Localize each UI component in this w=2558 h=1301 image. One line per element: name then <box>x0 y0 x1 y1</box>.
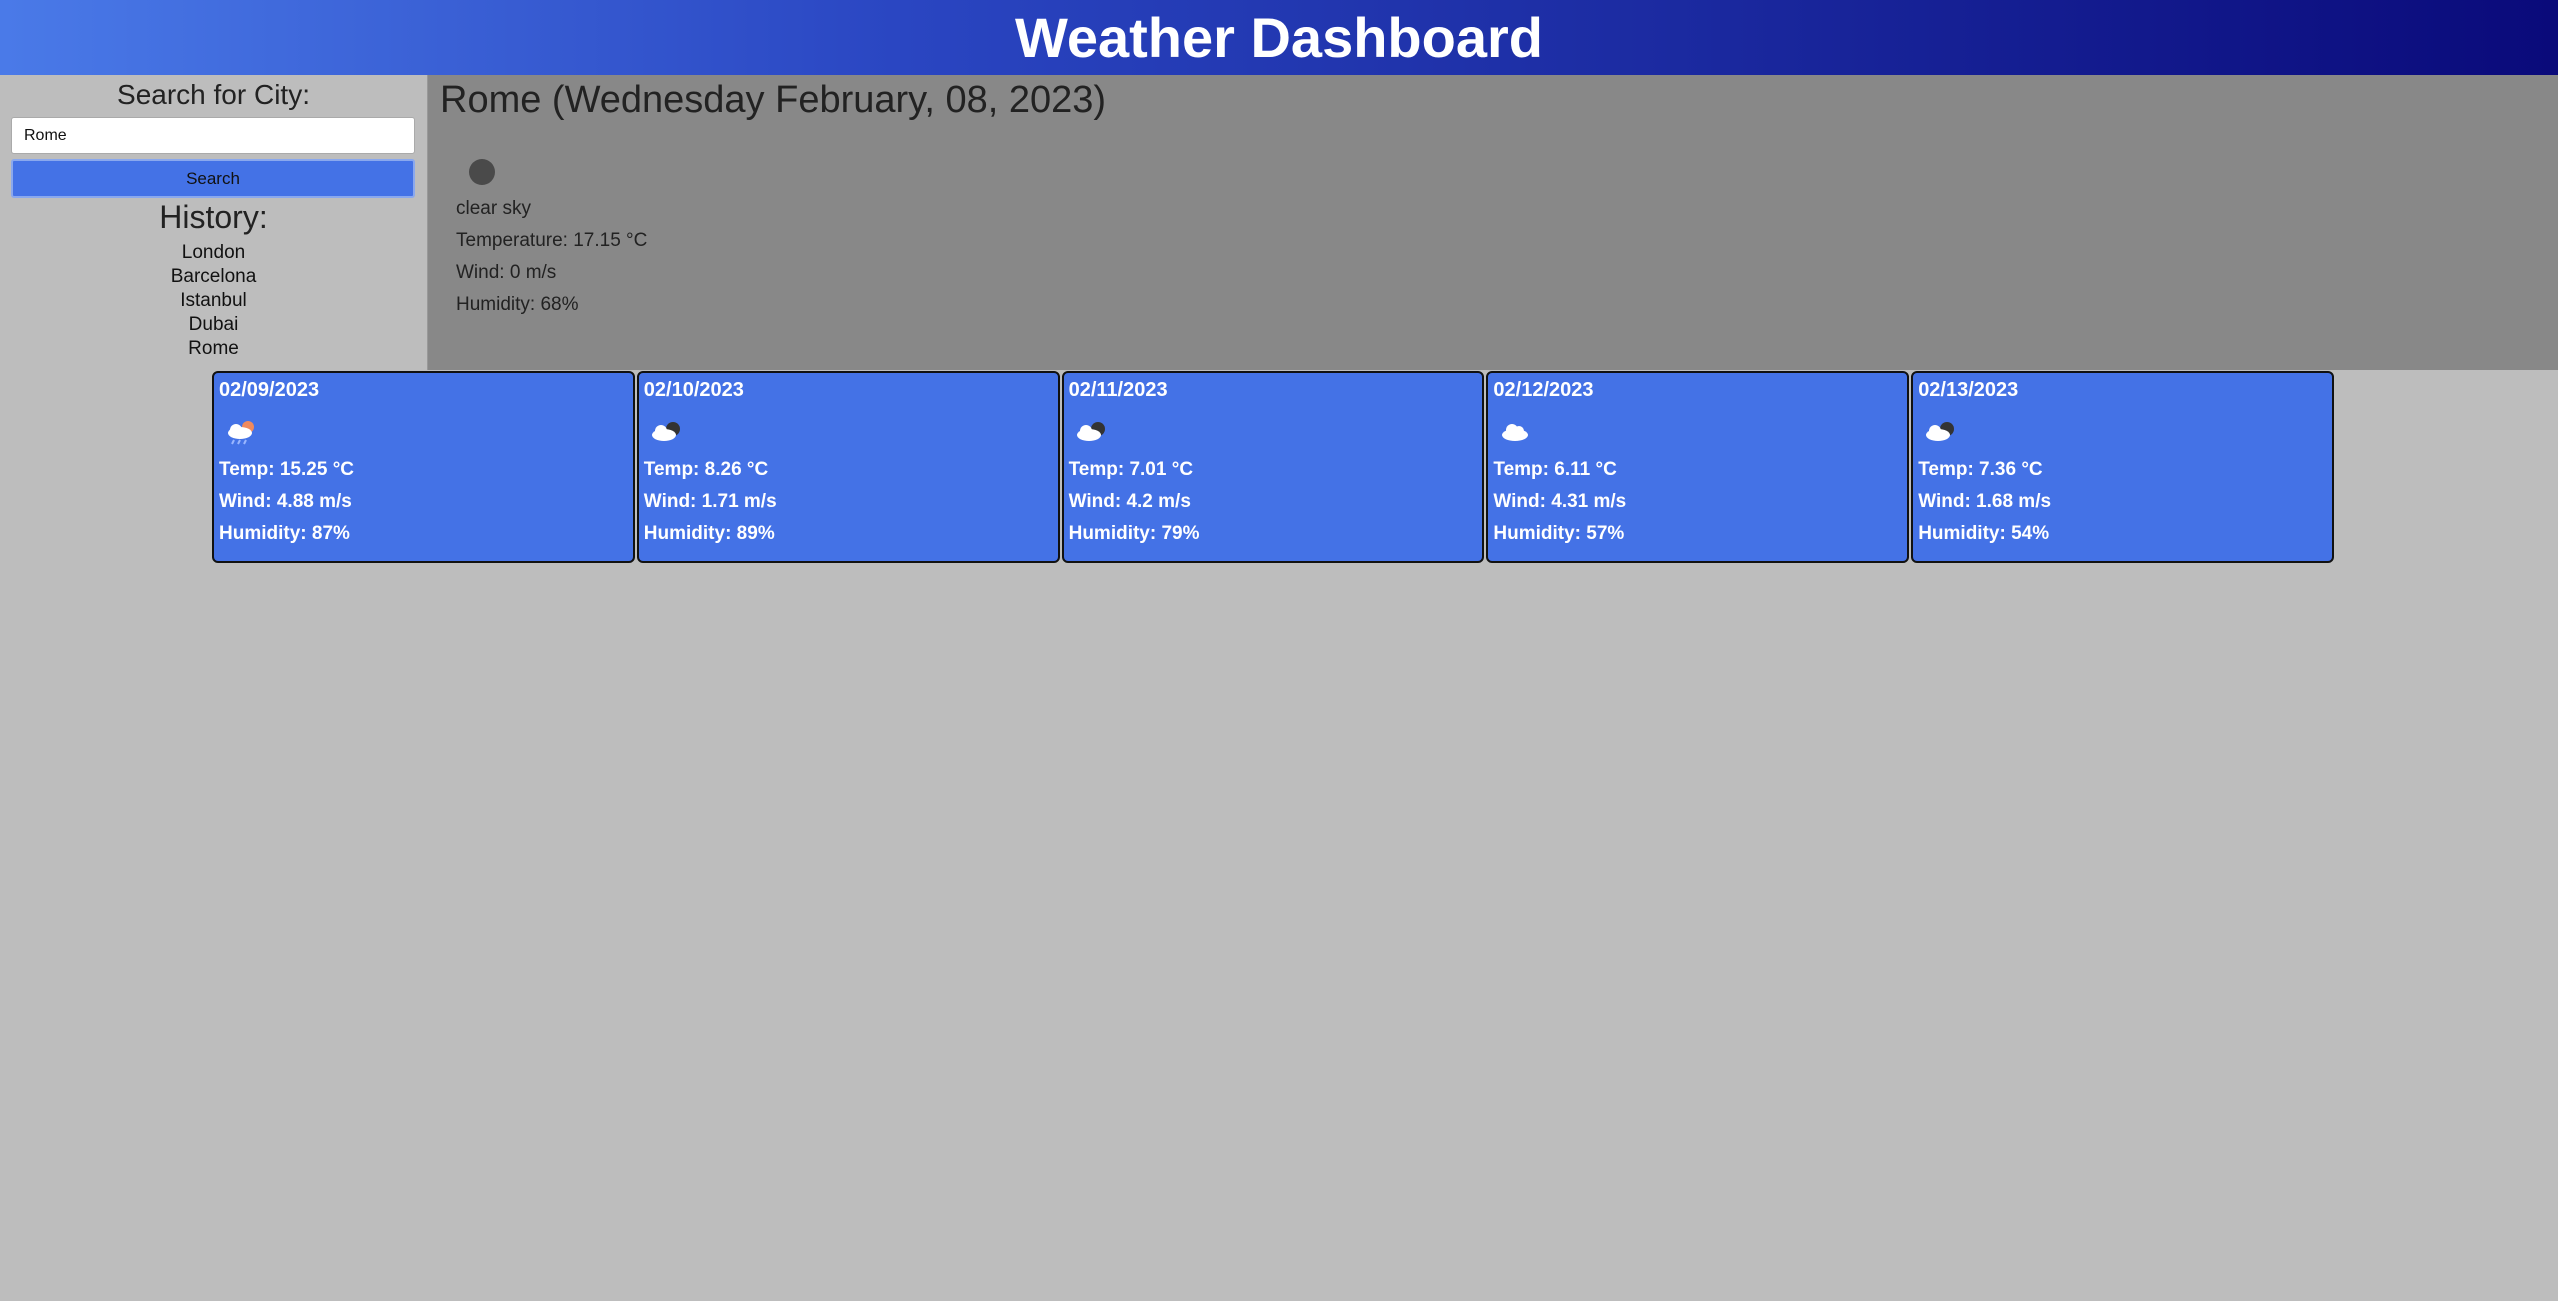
history-item-dubai[interactable]: Dubai <box>0 313 427 337</box>
forecast-wind: Wind: 1.68 m/s <box>1918 491 2052 512</box>
current-wind: Wind: 0 m/s <box>456 262 557 283</box>
page-header: Weather Dashboard <box>0 0 2558 75</box>
forecast-date: 02/11/2023 <box>1068 379 1168 401</box>
forecast-card: 02/10/2023 Temp: 8.26 °C Wind: 1.71 m/s … <box>636 371 1060 563</box>
page-title: Weather Dashboard <box>1015 6 1543 69</box>
forecast-wind: Wind: 4.2 m/s <box>1068 491 1191 512</box>
current-city-title: Rome (Wednesday February, 08, 2023) <box>440 79 1107 121</box>
current-humidity: Humidity: 68% <box>456 294 579 315</box>
forecast-row: 02/09/2023 Temp: 15.25 °C Wind: 4.88 m/s… <box>212 371 2336 563</box>
cloud-rain-icon <box>228 421 254 445</box>
forecast-wind: Wind: 4.31 m/s <box>1493 491 1627 512</box>
history-item-istanbul[interactable]: Istanbul <box>0 289 427 313</box>
forecast-humidity: Humidity: 87% <box>219 523 350 544</box>
history-title: History: <box>159 199 268 235</box>
history-item-barcelona[interactable]: Barcelona <box>0 265 427 289</box>
forecast-date: 02/13/2023 <box>1918 379 2019 401</box>
forecast-card: 02/09/2023 Temp: 15.25 °C Wind: 4.88 m/s… <box>212 371 635 563</box>
forecast-temp: Temp: 7.01 °C <box>1068 459 1194 480</box>
forecast-date: 02/10/2023 <box>643 379 744 401</box>
search-label: Search for City: <box>117 79 310 110</box>
forecast-humidity: Humidity: 79% <box>1068 523 1200 544</box>
city-search-input[interactable] <box>11 117 415 154</box>
cloud-moon-icon <box>1926 422 1955 441</box>
forecast-wind: Wind: 4.88 m/s <box>219 491 352 512</box>
cloud-icon <box>1502 424 1529 441</box>
history-item-london[interactable]: London <box>0 241 427 265</box>
history-item-rome[interactable]: Rome <box>0 337 427 361</box>
forecast-temp: Temp: 6.11 °C <box>1493 459 1617 480</box>
current-weather-panel: Rome (Wednesday February, 08, 2023) clea… <box>427 75 2558 370</box>
search-button[interactable]: Search <box>11 159 415 198</box>
forecast-temp: Temp: 15.25 °C <box>219 459 355 480</box>
forecast-temp: Temp: 7.36 °C <box>1918 459 2043 480</box>
cloud-moon-icon <box>1076 422 1105 441</box>
forecast-card: 02/12/2023 Temp: 6.11 °C Wind: 4.31 m/s … <box>1486 371 1910 563</box>
forecast-temp: Temp: 8.26 °C <box>643 459 769 480</box>
forecast-card: 02/13/2023 Temp: 7.36 °C Wind: 1.68 m/s … <box>1911 371 2334 563</box>
forecast-date: 02/12/2023 <box>1493 379 1594 401</box>
forecast-card: 02/11/2023 Temp: 7.01 °C Wind: 4.2 m/s H… <box>1061 371 1485 563</box>
forecast-wind: Wind: 1.71 m/s <box>643 491 777 512</box>
current-description: clear sky <box>456 198 531 219</box>
current-temperature: Temperature: 17.15 °C <box>456 230 648 251</box>
cloud-moon-icon <box>651 422 680 441</box>
history-list: London Barcelona Istanbul Dubai Rome <box>0 241 427 361</box>
forecast-humidity: Humidity: 57% <box>1493 523 1625 544</box>
clear-sky-icon <box>469 159 495 185</box>
search-sidebar: Search for City: Search History: London … <box>0 75 427 370</box>
forecast-humidity: Humidity: 54% <box>1918 523 2050 544</box>
forecast-humidity: Humidity: 89% <box>643 523 775 544</box>
forecast-date: 02/09/2023 <box>219 379 320 401</box>
